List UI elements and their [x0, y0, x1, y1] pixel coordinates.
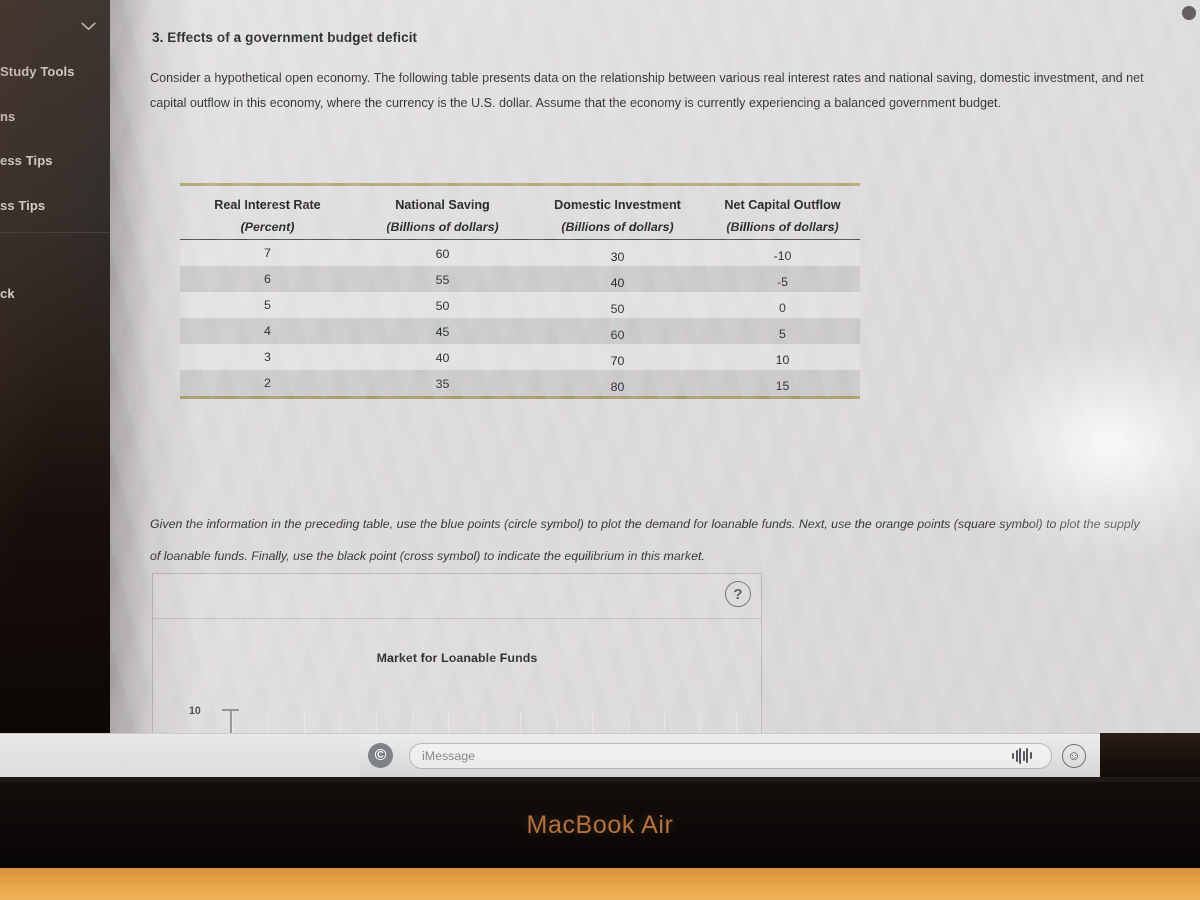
cell-rate: 3: [264, 350, 271, 364]
cell-rate: 4: [264, 324, 271, 338]
sidebar-divider: [0, 232, 110, 233]
column-header-domestic-investment: Domestic Investment (Billions of dollars…: [530, 185, 705, 240]
cell-rate: 2: [264, 376, 271, 390]
photograph-of-laptop: 3. Effects of a government budget defici…: [0, 0, 1200, 900]
cell-rate: 5: [264, 298, 271, 312]
table-body: 7 60 30 -10 6 55 40 -5 5 50 50 0 4 45 60…: [180, 239, 860, 398]
cell-nco: 5: [779, 327, 786, 341]
intro-paragraph: Consider a hypothetical open economy. Th…: [150, 71, 1144, 110]
cell-rate: 7: [264, 246, 271, 260]
laptop-bottom-bezel: MacBook Air: [0, 782, 1200, 868]
cell-investment: 60: [610, 328, 625, 342]
table-header-row: Real Interest Rate (Percent) National Sa…: [180, 185, 860, 240]
help-icon[interactable]: ?: [725, 581, 751, 607]
column-title: National Saving: [395, 198, 490, 212]
cell-saving: 40: [435, 351, 450, 365]
table-row: 7 60 30 -10: [180, 239, 860, 266]
imessage-placeholder: iMessage: [422, 748, 476, 763]
sidebar-item-ess-tips[interactable]: ess Tips: [0, 153, 110, 168]
cell-nco: -5: [776, 275, 789, 289]
instruction-paragraph: Given the information in the preceding t…: [150, 517, 1140, 563]
table-row: 5 50 50 0: [180, 292, 860, 318]
cell-investment: 40: [610, 276, 625, 290]
imessage-compose-bar[interactable]: © iMessage ☺: [0, 733, 1100, 777]
column-title: Domestic Investment: [554, 198, 681, 212]
column-unit: (Billions of dollars): [726, 220, 839, 234]
audio-waveform-icon[interactable]: [1009, 747, 1035, 765]
column-title: Net Capital Outflow: [724, 198, 841, 212]
column-header-national-saving: National Saving (Billions of dollars): [355, 185, 530, 240]
sidebar-item-label: ss Tips: [0, 198, 46, 213]
sidebar-item-ck[interactable]: ck: [0, 286, 110, 301]
graph-plot-area[interactable]: Market for Loanable Funds 10: [153, 619, 761, 737]
desk-surface: [0, 868, 1200, 900]
economics-data-table: Real Interest Rate (Percent) National Sa…: [180, 183, 860, 399]
cell-nco: -10: [773, 249, 792, 263]
app-store-icon[interactable]: ©: [368, 743, 393, 768]
cell-saving: 50: [435, 299, 450, 313]
cell-saving: 55: [435, 273, 450, 287]
table-row: 6 55 40 -5: [180, 266, 860, 292]
imessage-right-edge: [1100, 733, 1200, 777]
cell-rate: 6: [264, 272, 271, 286]
cell-nco: 0: [779, 301, 786, 315]
y-axis-tick-label: 10: [189, 705, 201, 717]
cell-investment: 80: [610, 380, 625, 394]
chevron-down-icon[interactable]: [81, 22, 96, 31]
browser-page: 3. Effects of a government budget defici…: [110, 0, 1200, 737]
cell-investment: 70: [610, 354, 625, 368]
table-header: Real Interest Rate (Percent) National Sa…: [180, 185, 860, 240]
sidebar-item-label: Study Tools: [0, 64, 75, 79]
table-row: 2 35 80 15: [180, 370, 860, 398]
cell-nco: 10: [775, 353, 790, 367]
column-header-net-capital-outflow: Net Capital Outflow (Billions of dollars…: [705, 185, 860, 240]
cell-saving: 60: [435, 247, 450, 261]
cell-saving: 35: [435, 377, 450, 391]
cell-investment: 50: [610, 302, 625, 316]
imessage-input[interactable]: iMessage: [409, 742, 1052, 769]
table-row: 3 40 70 10: [180, 344, 860, 370]
sidebar-item-ss-tips[interactable]: ss Tips: [0, 198, 110, 213]
data-table-wrapper: Real Interest Rate (Percent) National Sa…: [180, 183, 860, 399]
column-unit: (Billions of dollars): [386, 220, 499, 234]
page-title: 3. Effects of a government budget defici…: [152, 30, 418, 45]
cell-investment: 30: [610, 250, 625, 264]
column-title: Real Interest Rate: [214, 198, 321, 212]
column-header-real-interest-rate: Real Interest Rate (Percent): [180, 185, 355, 240]
macbook-air-branding: MacBook Air: [526, 810, 674, 839]
cell-saving: 45: [435, 325, 450, 339]
graph-toolbar: ?: [153, 574, 761, 619]
imessage-left-spacer: [0, 734, 360, 777]
sidebar-item-label: ns: [0, 109, 16, 124]
cell-nco: 15: [775, 379, 790, 393]
corner-artifact: [1182, 6, 1196, 20]
table-row: 4 45 60 5: [180, 318, 860, 344]
column-unit: (Billions of dollars): [561, 220, 674, 234]
left-sidebar: Study Tools ns ess Tips ss Tips ck: [0, 0, 110, 737]
laptop-screen: 3. Effects of a government budget defici…: [110, 0, 1200, 737]
graph-widget[interactable]: ? Market for Loanable Funds 10: [152, 573, 762, 737]
sidebar-item-ns[interactable]: ns: [0, 109, 110, 124]
sidebar-item-label: ck: [0, 286, 15, 301]
chart-title: Market for Loanable Funds: [376, 651, 538, 665]
sidebar-item-study-tools[interactable]: Study Tools: [0, 64, 110, 79]
emoji-smiley-icon[interactable]: ☺: [1062, 743, 1086, 768]
column-unit: (Percent): [240, 220, 295, 234]
sidebar-item-label: ess Tips: [0, 153, 53, 168]
